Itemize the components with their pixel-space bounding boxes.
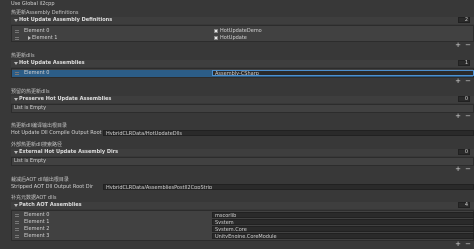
dlls-header: Hot Update Assemblies xyxy=(19,60,85,66)
drag-handle-icon[interactable] xyxy=(15,235,19,238)
dlls-list: Element 0 Assembly-CSharp xyxy=(11,68,474,78)
assembly-defs-count[interactable]: 2 xyxy=(458,17,470,23)
assembly-defs-foldout[interactable]: Hot Update Assembly Definitions xyxy=(11,17,474,24)
foldout-arrow-icon xyxy=(14,98,18,101)
empty-list-text: List is Empty xyxy=(14,158,47,164)
asset-icon xyxy=(214,29,218,33)
section-title-stripped: 裁减后AOT dll输出根目录 xyxy=(11,177,69,183)
element-value-field[interactable]: Assembly-CSharp xyxy=(212,70,474,76)
foldout-arrow-icon xyxy=(14,19,18,22)
drag-handle-icon[interactable] xyxy=(15,37,19,40)
output-dir-label: Hot Update Dll Compile Output Root Dir xyxy=(11,130,111,136)
section-title-dlls: 热更新dlls xyxy=(11,53,35,59)
element-value[interactable]: HotUpdateDemo xyxy=(220,28,262,35)
empty-list-text: List is Empty xyxy=(14,105,47,111)
external-list: List is Empty xyxy=(11,157,474,166)
list-item[interactable]: Element 2 System.Core xyxy=(12,226,474,233)
foldout-arrow-icon[interactable] xyxy=(28,36,31,40)
patch-count[interactable]: 4 xyxy=(458,202,470,208)
element-label: Element 2 xyxy=(24,226,50,232)
list-item[interactable]: Element 0 mscorlib xyxy=(12,212,474,219)
dlls-foldout[interactable]: Hot Update Assemblies xyxy=(11,60,474,67)
external-foldout[interactable]: External Hot Update Assembly Dirs xyxy=(11,149,474,156)
drag-handle-icon[interactable] xyxy=(15,228,19,231)
drag-handle-icon[interactable] xyxy=(15,221,19,224)
preserve-list: List is Empty xyxy=(11,104,474,113)
assembly-defs-header: Hot Update Assembly Definitions xyxy=(19,17,113,23)
remove-button[interactable]: − xyxy=(462,42,474,49)
asset-icon xyxy=(214,36,218,40)
element-label: Element 3 xyxy=(24,233,50,239)
section-title-output-dir: 热更新dll编译输出根目录 xyxy=(11,123,67,129)
list-item[interactable]: Element 0 HotUpdateDemo xyxy=(12,28,473,35)
list-item[interactable]: Element 1 System xyxy=(12,219,474,226)
output-dir-field[interactable]: HybridCLRData/HotUpdateDlls xyxy=(103,130,474,136)
stripped-dir-field[interactable]: HybridCLRData/AssembliesPostIl2CppStrip xyxy=(103,184,474,190)
preserve-header: Preserve Hot Update Assemblies xyxy=(19,96,112,102)
list-item[interactable]: Element 0 Assembly-CSharp xyxy=(12,70,474,77)
patch-header: Patch AOT Assemblies xyxy=(19,202,82,208)
foldout-arrow-icon xyxy=(14,204,18,207)
external-count[interactable]: 0 xyxy=(458,149,470,155)
remove-button[interactable]: − xyxy=(462,113,474,120)
remove-button[interactable]: − xyxy=(462,166,474,173)
element-label: Element 1 xyxy=(24,219,50,225)
list-item[interactable]: Element 3 UnityEngine.CoreModule xyxy=(12,233,474,240)
element-value[interactable]: HotUpdate xyxy=(220,35,247,42)
element-value-field[interactable]: mscorlib xyxy=(212,212,474,218)
element-value-field[interactable]: UnityEngine.CoreModule xyxy=(212,233,474,239)
list-item[interactable]: Element 1 HotUpdate xyxy=(12,35,473,42)
section-title-preserve: 预留的热更新dlls xyxy=(11,89,50,95)
element-label: Element 0 xyxy=(24,70,50,76)
stripped-dir-label: Stripped AOT Dll Output Root Dir xyxy=(11,184,94,190)
element-label: Element 0 xyxy=(24,212,50,218)
element-label: Element 0 xyxy=(24,28,50,34)
use-global-il2cpp-label: Use Global il2cpp xyxy=(11,1,55,7)
drag-handle-icon[interactable] xyxy=(15,72,19,75)
patch-list: Element 0 mscorlib Element 1 System Elem… xyxy=(11,210,474,241)
element-value-field[interactable]: System.Core xyxy=(212,226,474,232)
foldout-arrow-icon xyxy=(14,151,18,154)
dlls-count[interactable]: 1 xyxy=(458,60,470,66)
foldout-arrow-icon xyxy=(14,62,18,65)
remove-button[interactable]: − xyxy=(462,241,474,248)
remove-button[interactable]: − xyxy=(462,78,474,85)
preserve-count[interactable]: 0 xyxy=(458,96,470,102)
assembly-defs-list: Element 0 HotUpdateDemo Element 1 HotUpd… xyxy=(11,25,474,42)
section-title-external: 外部热更新dll搜索路径 xyxy=(11,142,62,148)
section-title-patch: 补充元数据AOT dlls xyxy=(11,195,57,201)
drag-handle-icon[interactable] xyxy=(15,214,19,217)
drag-handle-icon[interactable] xyxy=(15,30,19,33)
external-header: External Hot Update Assembly Dirs xyxy=(19,149,119,155)
element-label: Element 1 xyxy=(32,35,58,41)
patch-foldout[interactable]: Patch AOT Assemblies xyxy=(11,202,474,209)
preserve-foldout[interactable]: Preserve Hot Update Assemblies xyxy=(11,96,474,103)
element-value-field[interactable]: System xyxy=(212,219,474,225)
section-title-assembly-defs: 热更新Assembly Definitions xyxy=(11,10,79,16)
